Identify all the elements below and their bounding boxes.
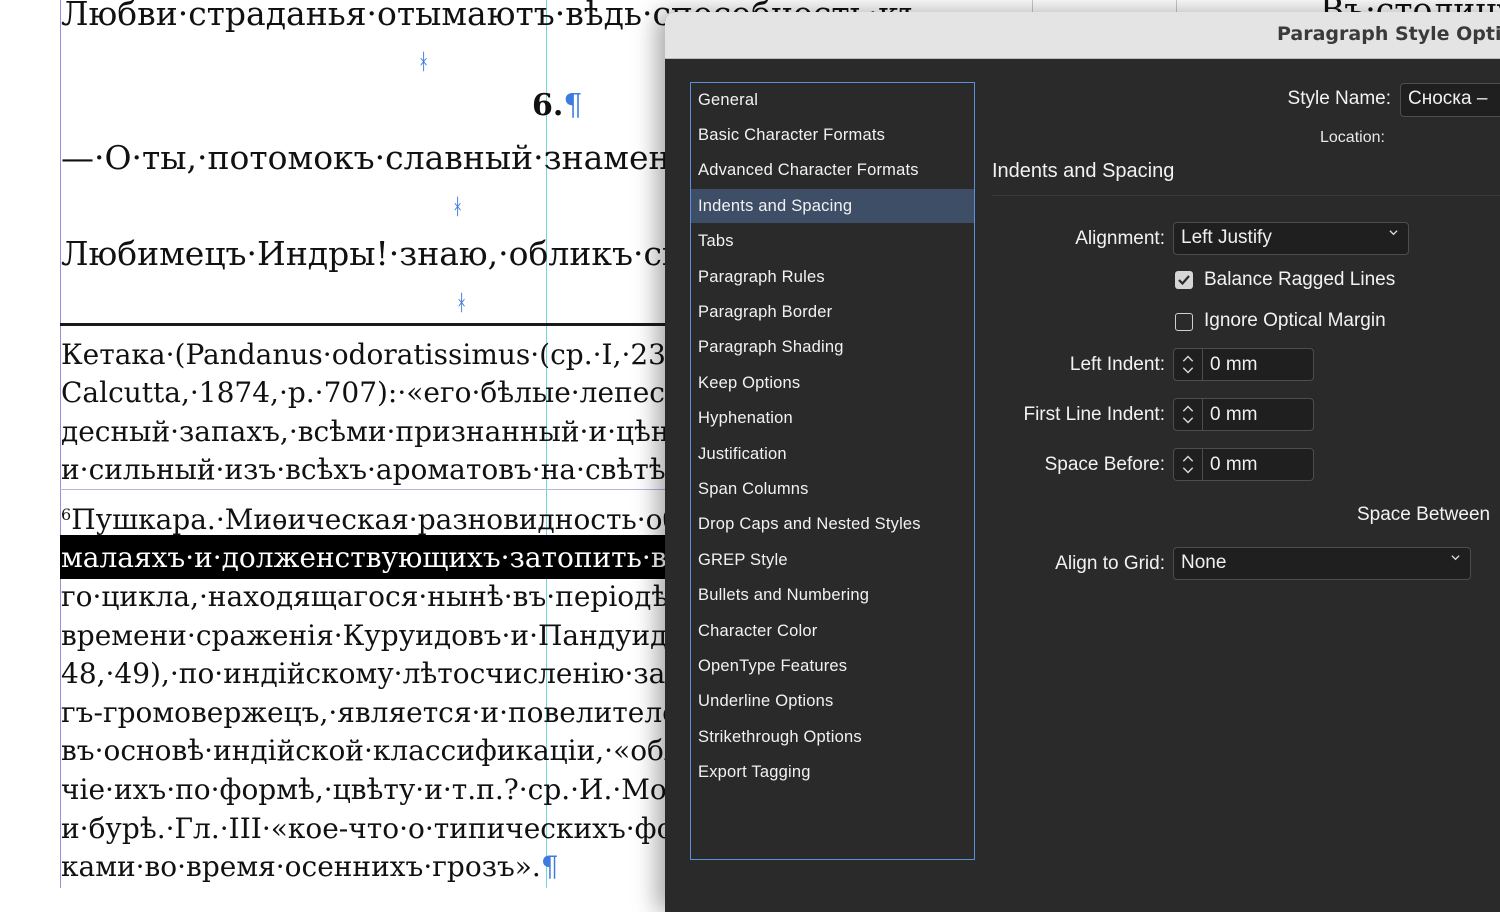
verse-line-2[interactable]: —·О·ты,·потомокъ·славный·знамени <box>61 138 692 177</box>
category-tabs[interactable]: Tabs <box>691 224 974 258</box>
pilcrow-icon: ¶ <box>540 850 559 883</box>
location-label: Location: <box>1320 129 1385 146</box>
footnote-5-line-3[interactable]: десный·запахъ,·всѣми·признанный·и·цѣнн <box>61 415 688 448</box>
footnote-separator-rule <box>60 323 680 326</box>
category-drop-caps[interactable]: Drop Caps and Nested Styles <box>691 507 974 541</box>
anchor-marker-icon: ᚼ <box>417 50 431 75</box>
footnote-number: 6 <box>61 505 72 524</box>
pilcrow-icon: ¶ <box>563 88 583 123</box>
paragraph-style-options-dialog: Paragraph Style Options General Basic Ch… <box>665 12 1500 912</box>
category-paragraph-shading[interactable]: Paragraph Shading <box>691 330 974 364</box>
first-line-indent-stepper[interactable]: 0 mm <box>1173 398 1314 431</box>
stepper-arrows-icon[interactable] <box>1174 399 1203 430</box>
footnote-5-line-4[interactable]: и·сильный·изъ·всѣхъ·ароматовъ·на·свѣтѣ». <box>61 453 692 486</box>
footnote-6-line-5[interactable]: 48,·49),·по·индійскому·лѣтосчисленію·за·… <box>61 657 692 690</box>
section-number[interactable]: 6.¶ <box>532 88 582 123</box>
ignore-optical-margin-label[interactable]: Ignore Optical Margin <box>1204 310 1386 332</box>
category-indents-and-spacing[interactable]: Indents and Spacing <box>691 189 974 223</box>
footnote-6-line-8[interactable]: чіе·ихъ·по·формѣ,·цвѣту·и·т.п.?·ср.·И.·М… <box>61 773 702 806</box>
footnote-6-line-2-selected[interactable]: малаяхъ·и·долженствующихъ·затопить·все <box>61 541 699 574</box>
category-bullets-numbering[interactable]: Bullets and Numbering <box>691 578 974 612</box>
space-before-label: Space Before: <box>1044 454 1165 475</box>
checkmark-icon <box>1178 275 1190 286</box>
category-paragraph-rules[interactable]: Paragraph Rules <box>691 260 974 294</box>
category-keep-options[interactable]: Keep Options <box>691 366 974 400</box>
category-advanced-character-formats[interactable]: Advanced Character Formats <box>691 153 974 187</box>
section-title: Indents and Spacing <box>992 160 1175 182</box>
space-between-label: Space Between <box>1357 504 1491 525</box>
footnote-5-line-2[interactable]: Calcutta,·1874,·p.·707):·«его·бѣлые·лепе… <box>61 376 680 409</box>
category-general[interactable]: General <box>691 83 974 117</box>
style-name-label: Style Name: <box>1287 88 1391 109</box>
category-basic-character-formats[interactable]: Basic Character Formats <box>691 118 974 152</box>
footnote-6-line-6[interactable]: гъ-громовержецъ,·является·и·повелителем <box>61 696 701 729</box>
category-strikethrough-options[interactable]: Strikethrough Options <box>691 720 974 754</box>
dialog-title-bar[interactable]: Paragraph Style Options <box>665 12 1500 59</box>
alignment-dropdown[interactable]: Left Justify <box>1173 222 1409 255</box>
footnote-divider <box>60 489 680 490</box>
section-separator <box>992 195 1500 196</box>
category-paragraph-border[interactable]: Paragraph Border <box>691 295 974 329</box>
footnote-6-line-4[interactable]: времени·сраженія·Куруидовъ·и·Пандуидовъ <box>61 619 718 652</box>
balance-ragged-lines-checkbox[interactable] <box>1175 271 1193 289</box>
category-list[interactable]: General Basic Character Formats Advanced… <box>690 82 975 860</box>
category-character-color[interactable]: Character Color <box>691 614 974 648</box>
category-underline-options[interactable]: Underline Options <box>691 684 974 718</box>
verse-line-3[interactable]: Любимецъ·Индры!·знаю,·обликъ·св <box>61 234 681 273</box>
ignore-optical-margin-checkbox[interactable] <box>1175 313 1193 331</box>
category-export-tagging[interactable]: Export Tagging <box>691 755 974 789</box>
footnote-6-line-1[interactable]: 6Пушкара.·Миѳическая·разновидность·обл <box>61 503 697 536</box>
chevron-down-icon <box>1451 555 1460 561</box>
chevron-down-icon <box>1389 230 1398 236</box>
footnote-6-line-9[interactable]: и·бурѣ.·Гл.·III·«кое-что·о·типическихъ·ф… <box>61 812 713 845</box>
anchor-marker-icon: ᚼ <box>455 291 469 316</box>
style-name-input[interactable]: Сноска – <box>1400 83 1500 117</box>
footnote-6-line-7[interactable]: въ·основѣ·индійской·классификаціи,·«обл <box>61 734 682 767</box>
alignment-label: Alignment: <box>1075 228 1165 249</box>
category-hyphenation[interactable]: Hyphenation <box>691 401 974 435</box>
anchor-marker-icon: ᚼ <box>451 195 465 220</box>
footnote-6-line-3[interactable]: го·цикла,·находящагося·нынѣ·въ·періодѣ·« <box>61 580 694 613</box>
balance-ragged-lines-label[interactable]: Balance Ragged Lines <box>1204 269 1395 291</box>
align-to-grid-label: Align to Grid: <box>1055 553 1165 574</box>
left-indent-label: Left Indent: <box>1069 354 1165 375</box>
dialog-title: Paragraph Style Options <box>1277 23 1500 45</box>
space-before-stepper[interactable]: 0 mm <box>1173 448 1314 481</box>
first-line-indent-label: First Line Indent: <box>1023 404 1165 425</box>
category-opentype-features[interactable]: OpenType Features <box>691 649 974 683</box>
align-to-grid-dropdown[interactable]: None <box>1173 547 1471 580</box>
category-span-columns[interactable]: Span Columns <box>691 472 974 506</box>
footnote-5-line-1[interactable]: Кетака·(Pandanus·odoratissimus·(ср.·I,·2… <box>61 338 677 371</box>
stepper-arrows-icon[interactable] <box>1174 449 1203 480</box>
left-indent-stepper[interactable]: 0 mm <box>1173 348 1314 381</box>
stepper-arrows-icon[interactable] <box>1174 349 1203 380</box>
category-justification[interactable]: Justification <box>691 437 974 471</box>
category-grep-style[interactable]: GREP Style <box>691 543 974 577</box>
footnote-6-line-10[interactable]: ками·во·время·осеннихъ·грозъ».¶ <box>61 850 559 883</box>
